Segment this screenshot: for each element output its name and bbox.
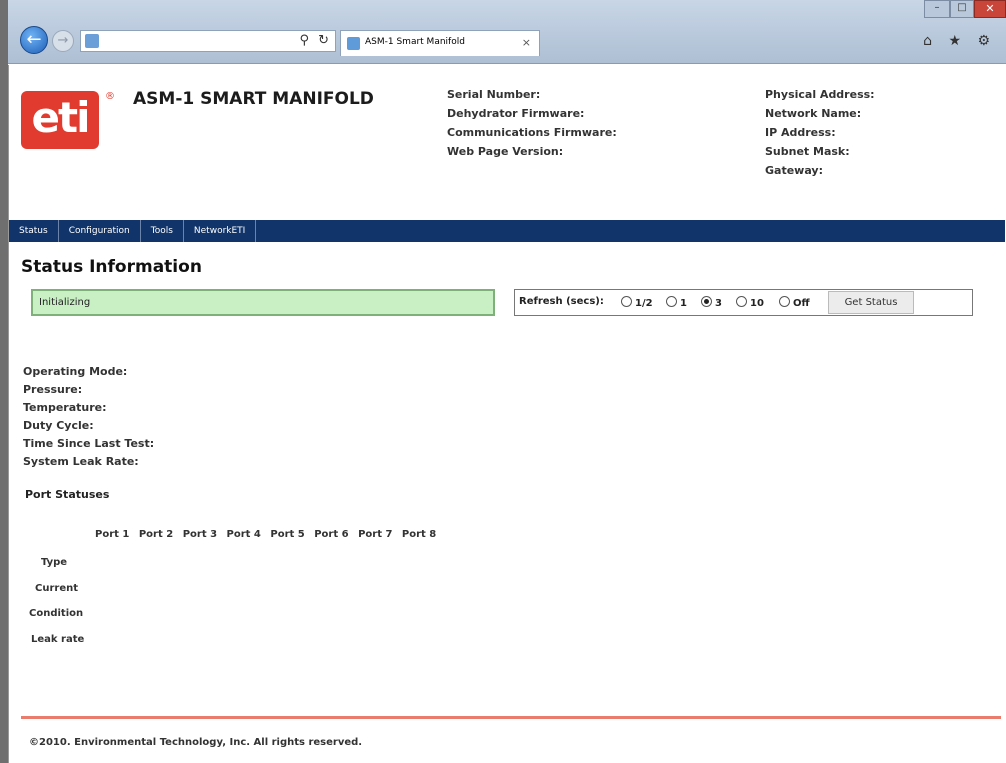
footer-divider	[21, 716, 1001, 719]
web-page-version-label: Web Page Version:	[447, 145, 564, 158]
gateway-label: Gateway:	[765, 164, 823, 177]
refresh-icon[interactable]: ↻	[318, 33, 329, 48]
status-fields: Operating Mode: Pressure: Temperature: D…	[23, 363, 154, 471]
tab-title: ASM-1 Smart Manifold	[365, 37, 465, 47]
port-header: Port 4	[226, 529, 261, 540]
product-title: ASM-1 SMART MANIFOLD	[133, 89, 374, 109]
back-button[interactable]: ←	[20, 26, 48, 54]
refresh-option-label: 1	[680, 298, 687, 309]
status-message: Initializing	[39, 297, 91, 308]
tab-close-icon[interactable]: ×	[522, 36, 531, 49]
radio-icon	[621, 296, 632, 307]
get-status-button[interactable]: Get Status	[828, 291, 914, 314]
refresh-option-off[interactable]: Off	[779, 296, 810, 309]
radio-icon	[779, 296, 790, 307]
pressure-label: Pressure:	[23, 383, 83, 396]
page-content: eti ® ASM-1 SMART MANIFOLD Serial Number…	[8, 65, 1006, 763]
window-controls: – □ ✕	[924, 0, 1006, 20]
physical-address-label: Physical Address:	[765, 88, 875, 101]
close-window-button[interactable]: ✕	[974, 0, 1006, 18]
search-icon[interactable]: ⚲	[299, 33, 309, 48]
page-favicon-icon	[85, 34, 99, 48]
port-row-leak-rate: Leak rate	[31, 634, 85, 645]
subnet-mask-label: Subnet Mask:	[765, 145, 850, 158]
port-header: Port 5	[270, 529, 305, 540]
time-since-last-test-label: Time Since Last Test:	[23, 437, 155, 450]
browser-chrome: – □ ✕ ← → ⚲ ↻ ASM-1 Smart Manifold × ⌂ ★…	[8, 0, 1006, 64]
tab-favicon-icon	[347, 37, 360, 50]
ip-address-label: IP Address:	[765, 126, 836, 139]
port-row-current: Current	[35, 583, 79, 594]
refresh-label: Refresh (secs):	[519, 296, 604, 307]
address-bar[interactable]: ⚲ ↻	[80, 30, 336, 52]
menu-item-networketi[interactable]: NetworkETI	[184, 220, 257, 242]
device-info-left: Serial Number: Dehydrator Firmware: Comm…	[447, 85, 617, 161]
serial-number-label: Serial Number:	[447, 88, 541, 101]
main-menu: Status Configuration Tools NetworkETI	[9, 220, 1005, 242]
port-row-type: Type	[41, 557, 68, 568]
menu-item-status[interactable]: Status	[9, 220, 59, 242]
port-header: Port 6	[314, 529, 349, 540]
logo-text: eti	[31, 93, 91, 142]
refresh-option-1[interactable]: 1	[666, 296, 687, 309]
forward-button[interactable]: →	[52, 30, 74, 52]
operating-mode-label: Operating Mode:	[23, 365, 128, 378]
port-header: Port 2	[138, 529, 174, 540]
radio-selected-icon	[701, 296, 712, 307]
temperature-label: Temperature:	[23, 401, 107, 414]
status-message-box: Initializing	[31, 289, 495, 316]
menu-item-tools[interactable]: Tools	[141, 220, 184, 242]
refresh-option-10[interactable]: 10	[736, 296, 764, 309]
refresh-option-label: Off	[793, 298, 810, 309]
dehydrator-firmware-label: Dehydrator Firmware:	[447, 107, 585, 120]
refresh-option-label: 10	[750, 298, 764, 309]
registered-mark: ®	[105, 91, 115, 102]
system-leak-rate-label: System Leak Rate:	[23, 455, 139, 468]
refresh-option-label: 1/2	[635, 298, 653, 309]
port-header: Port 3	[182, 529, 218, 540]
refresh-option-3[interactable]: 3	[701, 296, 722, 309]
copyright: ©2010. Environmental Technology, Inc. Al…	[29, 737, 363, 748]
port-header: Port 8	[401, 529, 437, 540]
communications-firmware-label: Communications Firmware:	[447, 126, 617, 139]
menu-item-configuration[interactable]: Configuration	[59, 220, 141, 242]
refresh-option-label: 3	[715, 298, 722, 309]
toolbar-icons[interactable]: ⌂ ★ ⚙	[923, 33, 996, 49]
radio-icon	[666, 296, 677, 307]
duty-cycle-label: Duty Cycle:	[23, 419, 94, 432]
port-row-condition: Condition	[29, 608, 84, 619]
minimize-button[interactable]: –	[924, 0, 950, 18]
maximize-button[interactable]: □	[950, 0, 974, 18]
device-info-right: Physical Address: Network Name: IP Addre…	[765, 85, 875, 180]
port-statuses-title: Port Statuses	[25, 488, 110, 501]
page-title: Status Information	[21, 257, 202, 277]
port-headers: Port 1 Port 2 Port 3 Port 4 Port 5 Port …	[95, 529, 442, 540]
port-header: Port 7	[358, 529, 393, 540]
refresh-controls: Refresh (secs): 1/2 1 3 10 Off Get Statu…	[514, 289, 973, 316]
browser-window: – □ ✕ ← → ⚲ ↻ ASM-1 Smart Manifold × ⌂ ★…	[8, 0, 1006, 763]
network-name-label: Network Name:	[765, 107, 862, 120]
tab-asm1[interactable]: ASM-1 Smart Manifold ×	[340, 30, 540, 56]
port-header: Port 1	[95, 529, 130, 540]
radio-icon	[736, 296, 747, 307]
refresh-option-half[interactable]: 1/2	[621, 296, 653, 309]
eti-logo: eti	[21, 91, 99, 149]
